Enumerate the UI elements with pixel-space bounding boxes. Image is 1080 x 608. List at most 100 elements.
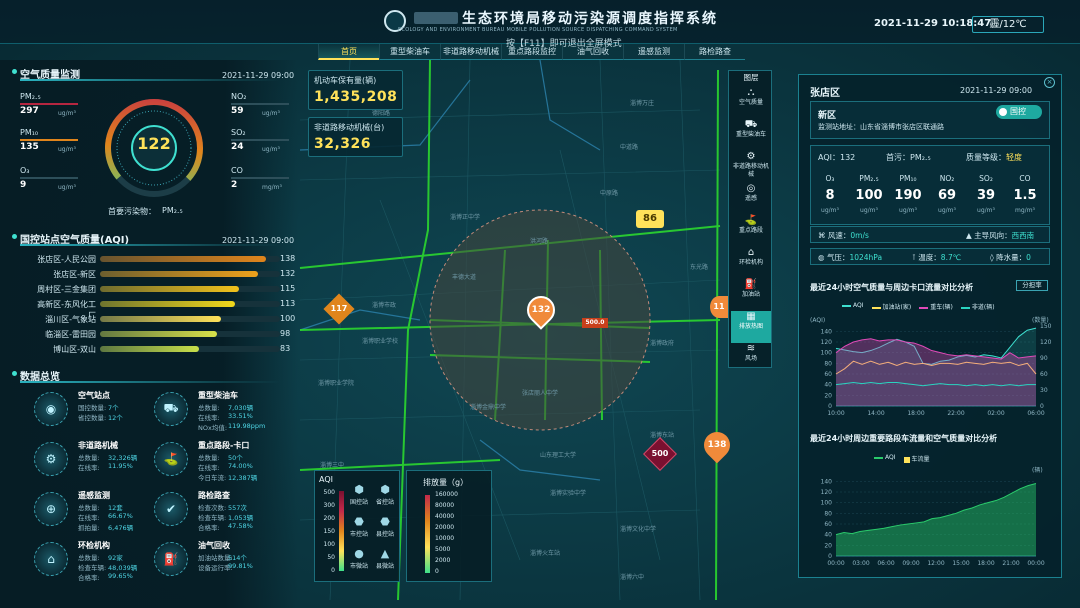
vehicle-count-card: 机动车保有量(辆) 1,435,208 [308,70,403,110]
overview-stat-value: 47.58% [228,522,253,530]
emission-legend-panel: 排放量（g） 160000 80000 40000 20000 10000 5000 200… [406,470,492,582]
overview-stat-value: 7个 [108,404,119,412]
rank-value: 100 [280,314,296,323]
aqi-number: 132 [840,153,856,162]
tab-roadcheck[interactable]: 路检路查 [684,44,745,60]
overview-stat-value: 32,326辆 [108,454,138,462]
y-tick-label: 60 [824,521,832,528]
overview-stat-label: NOx均值: [198,424,228,432]
road-label: 淄博东站 [650,432,675,439]
overview-stat-label: 今日车流: [198,474,227,482]
overview-card[interactable]: ⛟ 重型柴油车 总数量: 7,030辆 在线率: 33.51% NOx均值: 119.98pp… [154,390,284,434]
x-tick-label: 06:00 [877,560,894,567]
overview-stat-label: 在线率: [78,514,100,522]
y2-axis-label: (数量) [1032,316,1049,324]
rank-bar-track [100,346,280,352]
station-type-label: 县控站 [375,531,394,538]
chart2-svg: 0 20 40 60 80 100 120 140 (辆) 00:00 03:00 06:00 09:0… [821,466,1045,567]
wind-dir-label: 主导风向： [974,231,1012,240]
rank-row[interactable]: 高新区-东风化工厂 113 [30,299,295,320]
legend-entry: 非道(辆) [960,302,995,311]
overview-card[interactable]: ⛽ 油气回收 加油站数量: 514个 设备运行率: 99.81% [154,540,284,584]
share-rate-button[interactable]: 分担率 [1016,280,1048,291]
pollutant-name: CO [1019,174,1031,183]
legend-label: AQI [885,454,896,461]
station-type-label: 县微站 [375,563,394,570]
rank-row[interactable]: 张店区-新区 132 [30,269,295,279]
layer-wind[interactable]: ≋ 风场 [731,343,771,375]
overview-card-title: 环检机构 [78,541,110,550]
overview-card-title: 非道路机械 [78,441,118,450]
station-type-toggle[interactable]: 国控 [996,105,1042,119]
tab-home[interactable]: 首页 [318,44,379,60]
pollutant-name: SO₂ [979,174,993,183]
aqi-legend-item: ⬣ 县控站 [373,515,397,538]
overview-card[interactable]: ⊕ 遥感监测 总数量: 12套 在线率: 66.67% 抓拍量: 6,476辆 [34,490,164,534]
overview-card[interactable]: ⛳ 重点路段-卡口 总数量: 50个 在线率: 74.00% 今日车流: 12,387辆 [154,440,284,484]
aqi-scale-tick: 150 [323,528,335,535]
overview-stat-value: 557次 [228,504,247,512]
overview-stat-label: 在线率: [198,464,220,472]
pm10-label: PM₁₀ [20,128,39,137]
primary-pollutant-value: PM₂.₅ [162,206,183,215]
rank-value: 98 [280,329,291,338]
legend-swatch [903,456,910,463]
overview-stat-value: 99.81% [228,562,253,570]
overview-stat-label: 在线率: [78,464,100,472]
detail-primary: 首污：PM₂.₅ [886,152,931,163]
layer-road[interactable]: ⛳ 重点路段 [731,215,771,247]
so2-bar [231,139,289,141]
layer-building[interactable]: ⌂ 环检机构 [731,247,771,279]
rank-row[interactable]: 淄川区-气象站 100 [30,314,295,324]
map-pin[interactable]: 138 [698,426,736,464]
aqi-legend-item: ⬢ 国控站 [347,483,371,506]
overview-stat: NOx均值: 119.98ppm [198,422,288,432]
layer-fuel[interactable]: ⛽ 加油站 [731,279,771,311]
aqi-legend-title: AQI [319,475,333,484]
overview-card[interactable]: ⚙ 非道路机械 总数量: 32,326辆 在线率: 11.95% [34,440,164,484]
tab-roads[interactable]: 重点路段监控 [501,44,562,60]
rank-row[interactable]: 博山区-双山 83 [30,344,290,354]
overview-card[interactable]: ✔ 路检路查 检查次数: 557次 检查车辆: 1,053辆 合格率: 47.58% [154,490,284,534]
rainfall: ◊ 降水量：0 [990,252,1031,263]
road-label: 丰德大道 [452,274,477,281]
road-label: 洪河路 [530,238,549,245]
layer-air-quality[interactable]: ⛬ 空气质量 [731,87,771,119]
overview-stat-value: 33.51% [228,412,253,420]
tab-diesel[interactable]: 重型柴油车 [379,44,440,60]
rank-row[interactable]: 周村区-三金集团 115 [30,284,295,294]
layer-truck[interactable]: ⛟ 重型柴油车 [731,119,771,151]
emission-scale-tick: 10000 [435,535,455,542]
tab-remote[interactable]: 遥感监测 [623,44,684,60]
x-tick-label: 03:00 [852,560,869,567]
y2-tick-label: 90 [1040,355,1048,362]
overview-card[interactable]: ⌂ 环检机构 总数量: 92家 检查车辆: 48,039辆 合格率: 99.65% [34,540,164,584]
map-pin[interactable]: 11 [710,296,728,318]
layer-heatmap[interactable]: ▦ 排放热图 [731,311,771,343]
rank-bar-fill [100,301,235,307]
rank-value: 138 [280,254,296,263]
map-pin[interactable]: 117 [323,293,355,325]
layer-sensor[interactable]: ◎ 遥感 [731,183,771,215]
emission-scale-tick: 20000 [435,524,455,531]
rank-row[interactable]: 张店区-人民公园 138 [30,254,295,264]
road-icon: ⛳ [744,215,758,226]
aqi-legend-panel: AQI 500 300 200 150 100 50 0 ⬢ 国控站 ⬢ 省控站 ⬣ 市控站 ⬣ 县控站 ●… [314,470,400,582]
x-tick-label: 00:00 [1027,560,1044,567]
emission-scale-tick: 5000 [435,546,451,553]
close-icon[interactable]: × [1044,77,1055,88]
overview-card-title: 路检路查 [198,491,230,500]
temp-value: 8.7℃ [940,253,962,262]
overview-stat: 总数量: 7,030辆 [198,402,288,412]
overview-card[interactable]: ◉ 空气站点 国控数量: 7个 省控数量: 12个 [34,390,164,434]
tab-vapor[interactable]: 油气回收 [562,44,623,60]
wind-speed-value: 0m/s [850,231,869,240]
tab-nonroad[interactable]: 非道路移动机械 [440,44,501,60]
o3-bar [20,177,78,179]
y-tick-label: 40 [824,532,832,539]
pm10-value: 135 [20,142,39,152]
layer-panel-title: 图层 [743,73,759,82]
layer-excavator[interactable]: ⚙ 非道路移动机械 [731,151,771,183]
rank-row[interactable]: 临淄区-雷田园 98 [30,329,290,339]
map-pin[interactable]: 86 [636,210,664,228]
